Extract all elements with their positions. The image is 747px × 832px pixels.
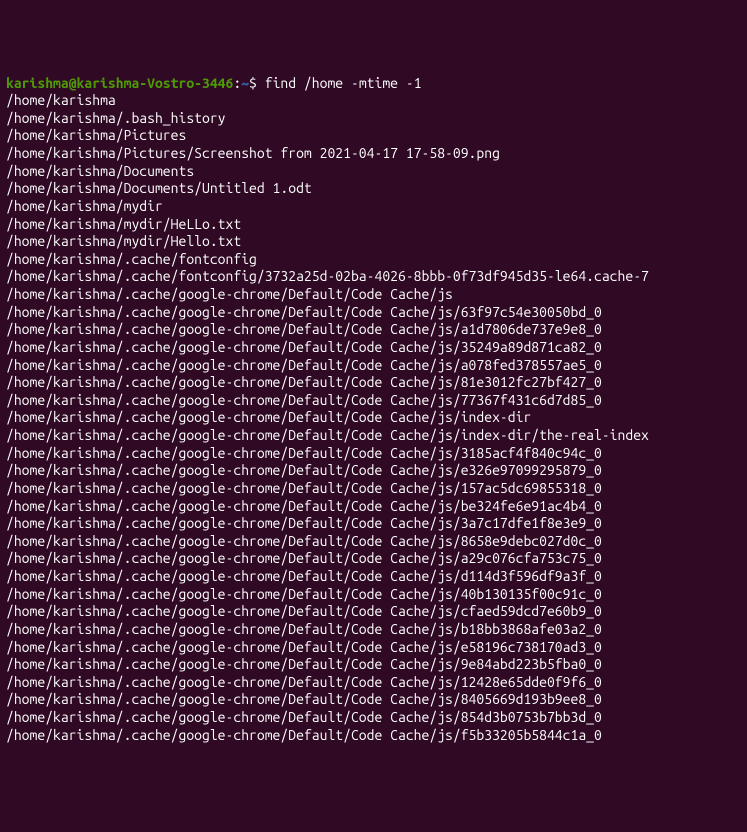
output-line: /home/karishma/mydir (6, 198, 741, 216)
output-line: /home/karishma/Documents/Untitled 1.odt (6, 180, 741, 198)
output-line: /home/karishma/.cache/google-chrome/Defa… (6, 304, 741, 322)
output-line: /home/karishma/.cache/fontconfig/3732a25… (6, 268, 741, 286)
output-line: /home/karishma/Documents (6, 163, 741, 181)
output-line: /home/karishma (6, 92, 741, 110)
output-line: /home/karishma/.cache/google-chrome/Defa… (6, 462, 741, 480)
prompt-path: ~ (241, 75, 249, 91)
prompt-dollar: $ (249, 75, 265, 91)
terminal-prompt-line[interactable]: karishma@karishma-Vostro-3446:~$ find /h… (6, 75, 741, 93)
output-line: /home/karishma/.cache/google-chrome/Defa… (6, 357, 741, 375)
output-line: /home/karishma/.cache/google-chrome/Defa… (6, 709, 741, 727)
output-line: /home/karishma/.cache/google-chrome/Defa… (6, 515, 741, 533)
output-line: /home/karishma/.cache/google-chrome/Defa… (6, 480, 741, 498)
output-line: /home/karishma/.cache/google-chrome/Defa… (6, 656, 741, 674)
output-line: /home/karishma/.cache/google-chrome/Defa… (6, 621, 741, 639)
output-line: /home/karishma/.cache/google-chrome/Defa… (6, 321, 741, 339)
output-line: /home/karishma/mydir/HeLLo.txt (6, 216, 741, 234)
output-line: /home/karishma/.cache/google-chrome/Defa… (6, 691, 741, 709)
output-line: /home/karishma/.cache/google-chrome/Defa… (6, 568, 741, 586)
prompt-user-host: karishma@karishma-Vostro-3446 (6, 75, 233, 91)
output-line: /home/karishma/.cache/google-chrome/Defa… (6, 427, 741, 445)
output-line: /home/karishma/.cache/google-chrome/Defa… (6, 603, 741, 621)
command-text: find /home -mtime -1 (265, 75, 422, 91)
output-line: /home/karishma/Pictures (6, 127, 741, 145)
output-line: /home/karishma/.cache/google-chrome/Defa… (6, 674, 741, 692)
output-line: /home/karishma/.bash_history (6, 110, 741, 128)
terminal-output: /home/karishma/home/karishma/.bash_histo… (6, 92, 741, 744)
output-line: /home/karishma/mydir/Hello.txt (6, 233, 741, 251)
output-line: /home/karishma/Pictures/Screenshot from … (6, 145, 741, 163)
output-line: /home/karishma/.cache/google-chrome/Defa… (6, 586, 741, 604)
output-line: /home/karishma/.cache/google-chrome/Defa… (6, 286, 741, 304)
output-line: /home/karishma/.cache/google-chrome/Defa… (6, 550, 741, 568)
output-line: /home/karishma/.cache/google-chrome/Defa… (6, 727, 741, 745)
output-line: /home/karishma/.cache/google-chrome/Defa… (6, 392, 741, 410)
output-line: /home/karishma/.cache/google-chrome/Defa… (6, 445, 741, 463)
output-line: /home/karishma/.cache/google-chrome/Defa… (6, 409, 741, 427)
output-line: /home/karishma/.cache/google-chrome/Defa… (6, 374, 741, 392)
output-line: /home/karishma/.cache/google-chrome/Defa… (6, 639, 741, 657)
output-line: /home/karishma/.cache/google-chrome/Defa… (6, 533, 741, 551)
output-line: /home/karishma/.cache/google-chrome/Defa… (6, 498, 741, 516)
output-line: /home/karishma/.cache/fontconfig (6, 251, 741, 269)
output-line: /home/karishma/.cache/google-chrome/Defa… (6, 339, 741, 357)
